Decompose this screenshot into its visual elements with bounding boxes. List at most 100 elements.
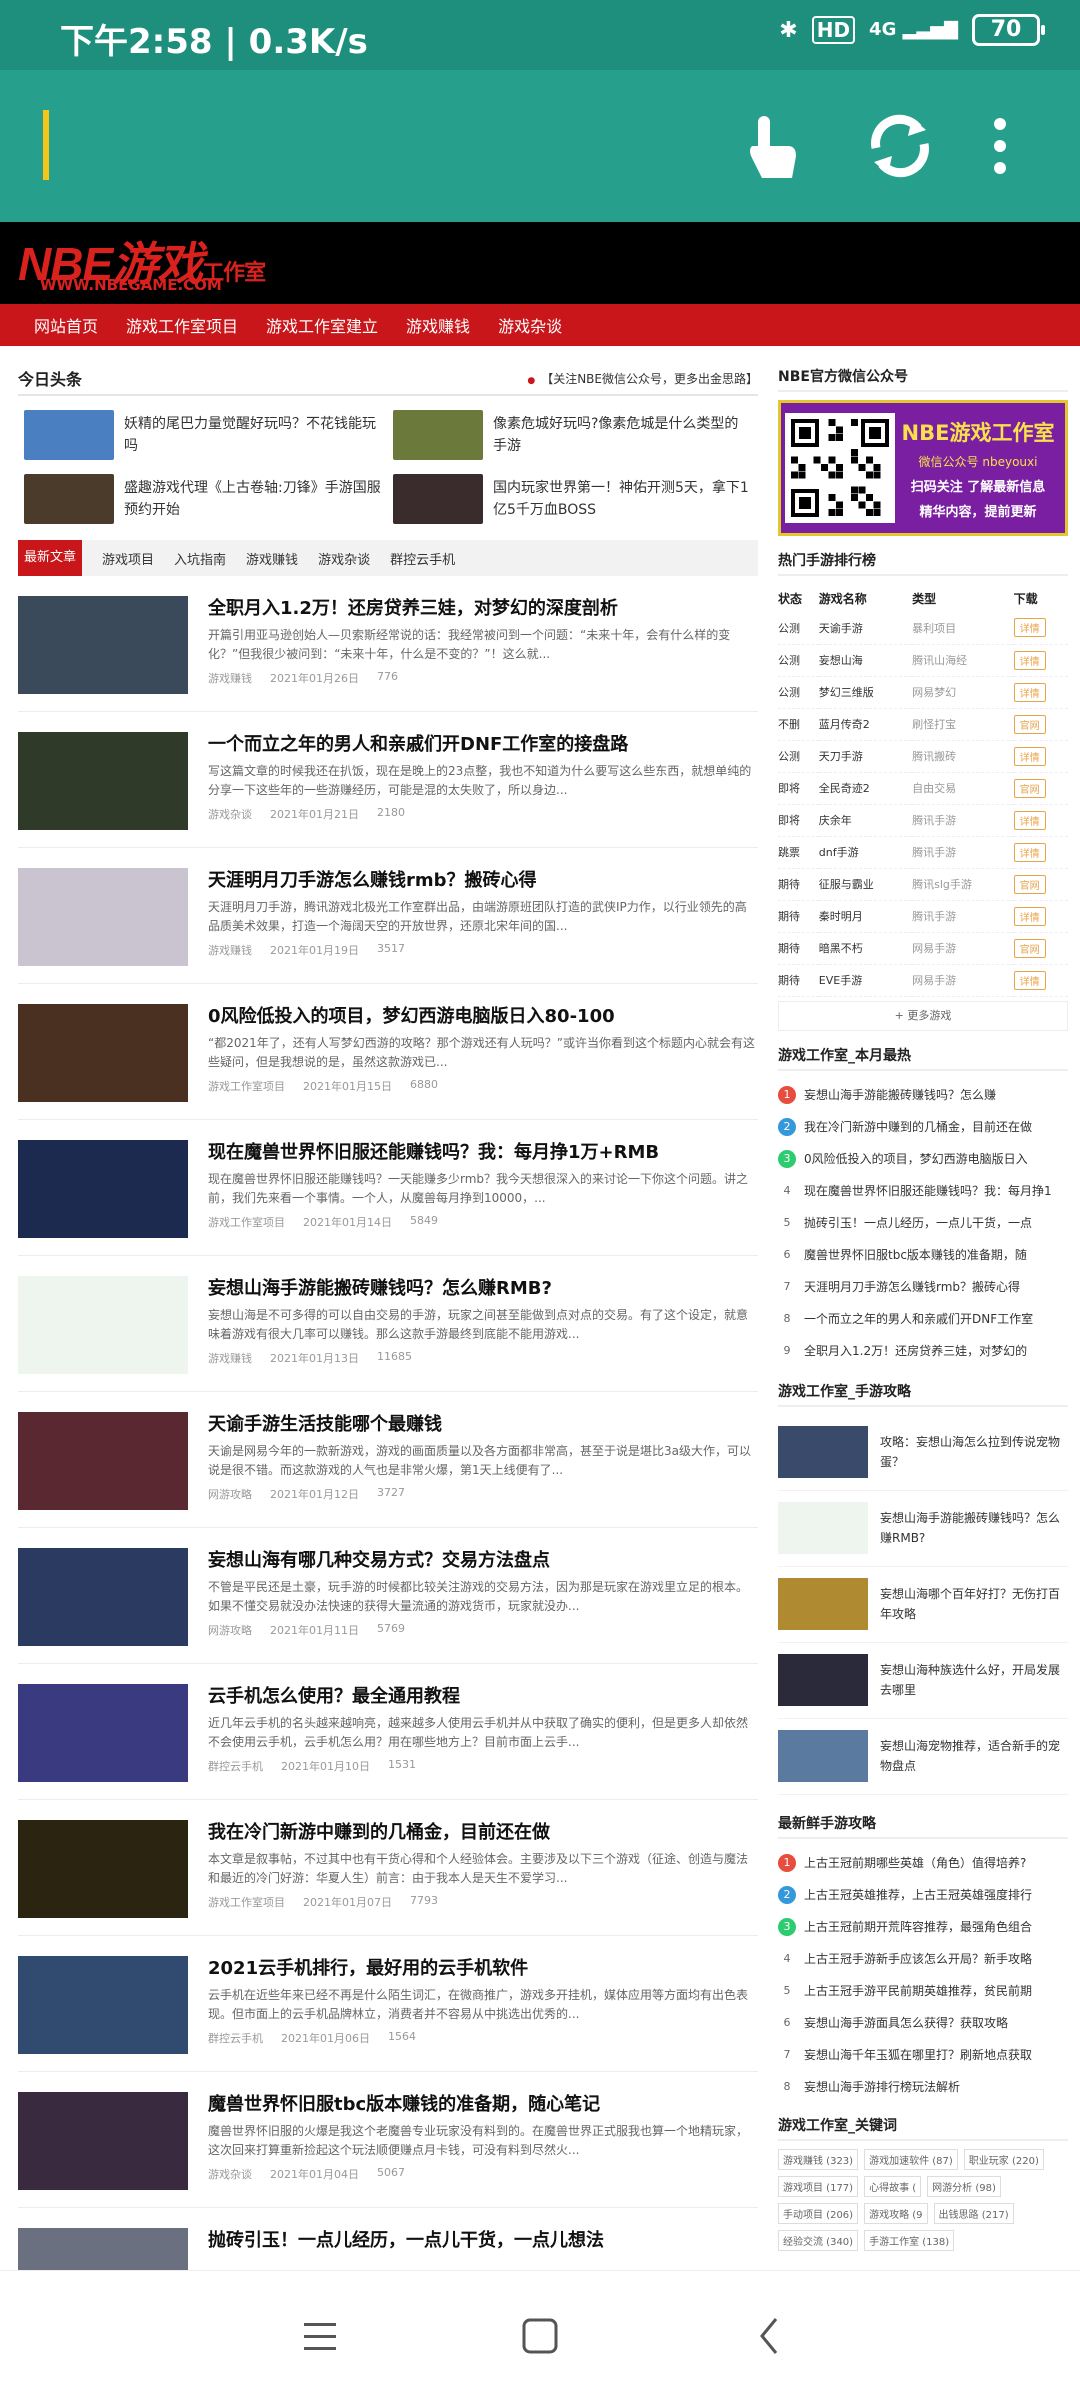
article-category[interactable]: 网游攻略 [208,1622,252,1638]
text-cursor[interactable] [43,110,49,180]
ranking-detail-button[interactable]: 详情 [1013,842,1046,862]
headline-item[interactable]: 国内玩家世界第一！神佑开测5天，拿下1亿5千万血BOSS [393,474,752,524]
article-item[interactable]: 天谕手游生活技能哪个最赚钱 天谕是网易今年的一款新游戏，游戏的画面质量以及各方面都… [18,1392,758,1528]
monthly-item-text[interactable]: 抛砖引玉！一点儿经历，一点儿干货，一点 [804,1214,1032,1231]
keyword-tag[interactable]: 网游分析 (98) [927,2175,1001,2197]
guide-text[interactable]: 妄想山海宠物推荐，适合新手的宠物盘点 [880,1736,1068,1776]
monthly-item[interactable]: 7 天涯明月刀手游怎么赚钱rmb？搬砖心得 [778,1271,1068,1303]
headline-item[interactable]: 妖精的尾巴力量觉醒好玩吗？不花钱能玩吗 [24,410,383,460]
newbie-item-text[interactable]: 上古王冠手游平民前期英雄推荐，贫民前期 [804,1982,1032,1999]
guide-item[interactable]: 妄想山海手游能搬砖赚钱吗？怎么赚RMB? [778,1491,1068,1567]
headline-item[interactable]: 像素危城好玩吗?像素危城是什么类型的手游 [393,410,752,460]
monthly-item-text[interactable]: 妄想山海手游能搬砖赚钱吗？怎么赚 [804,1086,996,1103]
guide-item[interactable]: 妄想山海种族选什么好，开局发展去哪里 [778,1643,1068,1719]
article-category[interactable]: 游戏工作室项目 [208,1214,285,1230]
nav-studio-projects[interactable]: 游戏工作室项目 [126,313,238,337]
headline-thumb[interactable] [393,474,483,524]
ranking-detail-button[interactable]: 官网 [1013,714,1046,734]
monthly-item-text[interactable]: 0风险低投入的项目，梦幻西游电脑版日入 [804,1150,1028,1167]
newbie-item-text[interactable]: 妄想山海手游排行榜玩法解析 [804,2078,960,2095]
guide-text[interactable]: 妄想山海哪个百年好打？无伤打百年攻略 [880,1584,1068,1624]
nav-game-earning[interactable]: 游戏赚钱 [406,313,470,337]
article-category[interactable]: 游戏赚钱 [208,1350,252,1366]
ranking-row[interactable]: 公测 妄想山海 腾讯山海经 详情 [778,644,1068,677]
keyword-tag[interactable]: 职业玩家 (220) [963,2148,1044,2170]
article-thumb[interactable] [18,1548,188,1646]
headline-thumb[interactable] [393,410,483,460]
monthly-item[interactable]: 4 现在魔兽世界怀旧服还能赚钱吗？我：每月挣1 [778,1175,1068,1207]
monthly-item-text[interactable]: 我在冷门新游中赚到的几桶金，目前还在做 [804,1118,1032,1135]
ranking-detail-button[interactable]: 详情 [1013,746,1046,766]
monthly-item[interactable]: 9 全职月入1.2万！还房贷养三娃，对梦幻的 [778,1335,1068,1367]
article-category[interactable]: 游戏工作室项目 [208,1894,285,1910]
article-item[interactable]: 抛砖引玉！一点儿经历，一点儿干货，一点儿想法 [18,2208,758,2270]
newbie-item-text[interactable]: 上古王冠前期开荒阵容推荐，最强角色组合 [804,1918,1032,1935]
article-category[interactable]: 游戏赚钱 [208,670,252,686]
article-title[interactable]: 魔兽世界怀旧服tbc版本赚钱的准备期，随心笔记 [208,2092,758,2118]
tab-5[interactable]: 群控云手机 [390,549,455,568]
article-category[interactable]: 网游攻略 [208,1486,252,1502]
tab-2[interactable]: 入坑指南 [174,549,226,568]
tab-0[interactable]: 最新文章 [18,540,83,576]
article-item[interactable]: 妄想山海有哪几种交易方式？交易方法盘点 不管是平民还是土豪，玩手游的时候都比较关注… [18,1528,758,1664]
guide-thumb[interactable] [778,1730,868,1782]
ranking-row[interactable]: 公测 梦幻三维版 网易梦幻 详情 [778,676,1068,709]
back-icon[interactable] [740,2311,800,2361]
newbie-item-text[interactable]: 妄想山海千年玉狐在哪里打？刷新地点获取 [804,2046,1032,2063]
article-item[interactable]: 魔兽世界怀旧服tbc版本赚钱的准备期，随心笔记 魔兽世界怀旧服的火爆是我这个老魔兽… [18,2072,758,2208]
keyword-tag[interactable]: 游戏项目 (177) [778,2175,859,2197]
article-title[interactable]: 现在魔兽世界怀旧服还能赚钱吗？我：每月挣1万+RMB [208,1140,758,1166]
article-title[interactable]: 云手机怎么使用？最全通用教程 [208,1684,758,1710]
article-item[interactable]: 我在冷门新游中赚到的几桶金，目前还在做 本文章是叙事帖，不过其中也有干货心得和个人… [18,1800,758,1936]
keyword-tag[interactable]: 游戏加速软件 (87) [864,2148,958,2170]
monthly-item[interactable]: 6 魔兽世界怀旧服tbc版本赚钱的准备期，随 [778,1239,1068,1271]
article-thumb[interactable] [18,2228,188,2270]
article-thumb[interactable] [18,1956,188,2054]
newbie-item-text[interactable]: 妄想山海手游面具怎么获得？获取攻略 [804,2014,1008,2031]
keyword-tag[interactable]: 手游工作室 (138) [864,2229,955,2251]
more-games-button[interactable]: + 更多游戏 [778,1000,1068,1031]
ranking-row[interactable]: 期待 EVE手游 网易手游 详情 [778,964,1068,997]
article-title[interactable]: 妄想山海有哪几种交易方式？交易方法盘点 [208,1548,758,1574]
article-thumb[interactable] [18,1412,188,1510]
ranking-row[interactable]: 期待 秦时明月 腾讯手游 详情 [778,900,1068,933]
tab-4[interactable]: 游戏杂谈 [318,549,370,568]
more-options-icon[interactable] [980,106,1020,186]
headline-text[interactable]: 国内玩家世界第一！神佑开测5天，拿下1亿5千万血BOSS [493,477,752,521]
keyword-tag[interactable]: 出钱思路 (217) [933,2202,1014,2224]
monthly-item-text[interactable]: 现在魔兽世界怀旧服还能赚钱吗？我：每月挣1 [804,1182,1052,1199]
wechat-notice[interactable]: 【关注NBE微信公众号，更多出金思路】 [527,370,758,387]
newbie-item[interactable]: 3 上古王冠前期开荒阵容推荐，最强角色组合 [778,1911,1068,1943]
article-title[interactable]: 2021云手机排行，最好用的云手机软件 [208,1956,758,1982]
ranking-row[interactable]: 跳票 dnf手游 腾讯手游 详情 [778,836,1068,869]
article-title[interactable]: 天涯明月刀手游怎么赚钱rmb？搬砖心得 [208,868,758,894]
article-category[interactable]: 游戏杂谈 [208,806,252,822]
article-title[interactable]: 0风险低投入的项目，梦幻西游电脑版日入80-100 [208,1004,758,1030]
headline-thumb[interactable] [24,474,114,524]
ranking-row[interactable]: 不删 蓝月传奇2 刷怪打宝 官网 [778,708,1068,741]
newbie-item[interactable]: 1 上古王冠前期哪些英雄（角色）值得培养? [778,1847,1068,1879]
article-item[interactable]: 全职月入1.2万！还房贷养三娃，对梦幻的深度剖析 开篇引用亚马逊创始人—贝索斯经常… [18,576,758,712]
article-category[interactable]: 游戏工作室项目 [208,1078,285,1094]
article-thumb[interactable] [18,1820,188,1918]
headline-text[interactable]: 像素危城好玩吗?像素危城是什么类型的手游 [493,413,752,457]
wechat-banner[interactable]: NBE游戏工作室 微信公众号 nbeyouxi 扫码关注 了解最新信息 精华内容… [778,400,1068,536]
newbie-item[interactable]: 8 妄想山海手游排行榜玩法解析 [778,2071,1068,2103]
keyword-tag[interactable]: 经验交流 (340) [778,2229,859,2251]
monthly-item-text[interactable]: 一个而立之年的男人和亲戚们开DNF工作室 [804,1310,1033,1327]
ranking-detail-button[interactable]: 详情 [1013,906,1046,926]
article-item[interactable]: 云手机怎么使用？最全通用教程 近几年云手机的名头越来越响亮，越来越多人使用云手机并… [18,1664,758,1800]
article-title[interactable]: 抛砖引玉！一点儿经历，一点儿干货，一点儿想法 [208,2228,758,2254]
monthly-item[interactable]: 5 抛砖引玉！一点儿经历，一点儿干货，一点 [778,1207,1068,1239]
headline-text[interactable]: 妖精的尾巴力量觉醒好玩吗？不花钱能玩吗 [124,413,383,457]
article-thumb[interactable] [18,1004,188,1102]
ranking-detail-button[interactable]: 官网 [1013,938,1046,958]
article-title[interactable]: 我在冷门新游中赚到的几桶金，目前还在做 [208,1820,758,1846]
ranking-detail-button[interactable]: 详情 [1013,650,1046,670]
newbie-item[interactable]: 7 妄想山海千年玉狐在哪里打？刷新地点获取 [778,2039,1068,2071]
ranking-detail-button[interactable]: 官网 [1013,874,1046,894]
article-item[interactable]: 2021云手机排行，最好用的云手机软件 云手机在近些年来已经不再是什么陌生词汇，在… [18,1936,758,2072]
home-icon[interactable] [510,2311,570,2361]
ranking-row[interactable]: 公测 天谕手游 暴利项目 详情 [778,612,1068,645]
nav-game-talk[interactable]: 游戏杂谈 [498,313,562,337]
